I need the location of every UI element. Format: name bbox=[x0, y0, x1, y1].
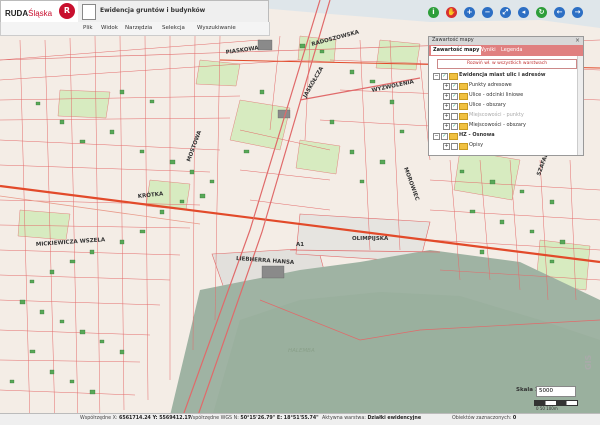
folder-icon bbox=[459, 123, 468, 130]
scale-bar-text: 0 50 100m bbox=[536, 406, 558, 411]
app-title: Ewidencja gruntów i budynków bbox=[100, 7, 206, 14]
status-layer-value: Działki ewidencyjne bbox=[367, 416, 422, 421]
status-selected-value: 0 bbox=[512, 416, 517, 421]
layer-label: Ulice - odcinki liniowe bbox=[469, 92, 524, 98]
tab-legend[interactable]: Legenda bbox=[499, 46, 524, 55]
zoom-in-icon[interactable]: + bbox=[464, 7, 475, 18]
logo-main: RUDA bbox=[5, 9, 29, 18]
expand-toggle-icon[interactable]: − bbox=[433, 73, 440, 80]
status-selected: Obiektów zaznaczonych: 0 bbox=[452, 416, 516, 421]
menu-plik[interactable]: Plik bbox=[83, 25, 93, 31]
layer-row[interactable]: + Miejscowości - punkty bbox=[433, 111, 579, 120]
status-bar: Współrzędne X: 6561714.24 Y: 5569412.17 … bbox=[0, 413, 600, 425]
folder-icon bbox=[459, 83, 468, 90]
logo-suffix: Śląska bbox=[28, 9, 53, 18]
status-wgs-value: 50°15'26.79" E: 18°51'55.74" bbox=[240, 416, 319, 421]
expand-toggle-icon[interactable]: + bbox=[443, 143, 450, 150]
forward-icon[interactable]: → bbox=[572, 7, 583, 18]
expand-all-layers-button[interactable]: Rozwiń wł. w wszystkich warstwach bbox=[437, 59, 577, 69]
expand-toggle-icon[interactable]: + bbox=[443, 93, 450, 100]
status-coords-label: Współrzędne X: bbox=[80, 416, 118, 421]
menu-widok[interactable]: Widok bbox=[101, 25, 118, 31]
layer-label: HZ - Osnowa bbox=[459, 132, 495, 138]
place-label-halemba: HALEMBA bbox=[288, 348, 315, 354]
tab-results[interactable]: Wyniki bbox=[477, 46, 498, 55]
menu-selekcja[interactable]: Selekcja bbox=[162, 25, 185, 31]
app-header: RUDAŚląska R Ewidencja gruntów i budynkó… bbox=[0, 0, 270, 36]
zoom-out-icon[interactable]: − bbox=[482, 7, 493, 18]
layer-checkbox[interactable] bbox=[451, 143, 458, 150]
gis-watermark: GIS bbox=[584, 354, 593, 370]
folder-icon bbox=[459, 103, 468, 110]
app-document-icon bbox=[82, 4, 96, 20]
zoom-previous-icon[interactable]: ◂ bbox=[518, 7, 529, 18]
status-active-layer: Aktywna warstwa: Działki ewidencyjne bbox=[322, 416, 421, 421]
layer-row[interactable]: + Opisy bbox=[433, 141, 579, 150]
layer-row[interactable]: − ✓ HZ - Osnowa bbox=[433, 131, 579, 140]
status-selected-label: Obiektów zaznaczonych: bbox=[452, 416, 512, 421]
folder-icon bbox=[449, 73, 458, 80]
status-coords: Współrzędne X: 6561714.24 Y: 5569412.17 bbox=[80, 416, 191, 421]
menu-narzedzia[interactable]: Narzędzia bbox=[125, 25, 152, 31]
layer-label: Miejscowości - obszary bbox=[469, 122, 526, 128]
layer-checkbox[interactable]: ✓ bbox=[441, 133, 448, 140]
layer-label: Miejscowości - punkty bbox=[469, 112, 524, 118]
status-wgs: Współrzędne WGS N: 50°15'26.79" E: 18°51… bbox=[188, 416, 319, 421]
logo-emblem-icon: R bbox=[59, 3, 75, 19]
layer-row[interactable]: + ✓ Ulice - odcinki liniowe bbox=[433, 91, 579, 100]
folder-icon bbox=[449, 133, 458, 140]
layer-checkbox[interactable]: ✓ bbox=[441, 73, 448, 80]
close-icon[interactable]: × bbox=[575, 37, 580, 44]
layer-checkbox[interactable]: ✓ bbox=[451, 123, 458, 130]
street-label-olimpijska: OLIMPIJSKA bbox=[352, 236, 389, 242]
layer-checkbox[interactable] bbox=[451, 113, 458, 120]
zoom-extent-icon[interactable]: ⤢ bbox=[500, 7, 511, 18]
panel-title: Zawartość mapy bbox=[432, 37, 474, 43]
status-layer-label: Aktywna warstwa: bbox=[322, 416, 366, 421]
map-toolbar: i ✋ + − ⤢ ◂ ↻ ← → bbox=[428, 5, 598, 21]
folder-icon bbox=[459, 93, 468, 100]
refresh-icon[interactable]: ↻ bbox=[536, 7, 547, 18]
layer-checkbox[interactable]: ✓ bbox=[451, 83, 458, 90]
logo-text: RUDAŚląska bbox=[5, 9, 52, 18]
city-logo[interactable]: RUDAŚląska R bbox=[0, 0, 80, 24]
layer-label: Punkty adresowe bbox=[469, 82, 512, 88]
back-icon[interactable]: ← bbox=[554, 7, 565, 18]
layer-checkbox[interactable]: ✓ bbox=[451, 103, 458, 110]
scale-control: Skala 1: bbox=[516, 386, 576, 397]
app-title-bar: Ewidencja gruntów i budynków bbox=[78, 0, 269, 24]
folder-icon bbox=[459, 113, 468, 120]
map-content-panel: Zawartość mapy × Zawartość mapy Wyniki L… bbox=[428, 36, 584, 156]
tab-map-content[interactable]: Zawartość mapy bbox=[431, 46, 482, 55]
menu-wyszukiwanie[interactable]: Wyszukiwanie bbox=[197, 25, 236, 31]
layer-row[interactable]: + ✓ Punkty adresowe bbox=[433, 81, 579, 90]
layer-row[interactable]: − ✓ Ewidencja miast ulic i adresów bbox=[433, 71, 579, 80]
status-coords-value: 6561714.24 Y: 5569412.17 bbox=[119, 416, 192, 421]
status-wgs-label: Współrzędne WGS N: bbox=[188, 416, 239, 421]
layer-label: Ulice - obszary bbox=[469, 102, 506, 108]
layer-row[interactable]: + ✓ Ulice - obszary bbox=[433, 101, 579, 110]
layer-checkbox[interactable]: ✓ bbox=[451, 93, 458, 100]
layer-label: Ewidencja miast ulic i adresów bbox=[459, 72, 546, 78]
expand-toggle-icon[interactable]: − bbox=[433, 133, 440, 140]
panel-tabs: Zawartość mapy Wyniki Legenda bbox=[429, 45, 583, 56]
folder-icon bbox=[459, 143, 468, 150]
menu-bar: Plik Widok Narzędzia Selekcja Wyszukiwan… bbox=[0, 22, 270, 36]
info-icon[interactable]: i bbox=[428, 7, 439, 18]
panel-scrollbar[interactable] bbox=[577, 56, 583, 155]
layer-label: Opisy bbox=[469, 142, 484, 148]
expand-toggle-icon[interactable]: + bbox=[443, 113, 450, 120]
hand-pan-icon[interactable]: ✋ bbox=[446, 7, 457, 18]
street-label-a1: A1 bbox=[296, 242, 304, 248]
expand-toggle-icon[interactable]: + bbox=[443, 103, 450, 110]
panel-title-bar[interactable]: Zawartość mapy × bbox=[429, 37, 583, 45]
scale-input[interactable] bbox=[536, 386, 576, 397]
layer-row[interactable]: + ✓ Miejscowości - obszary bbox=[433, 121, 579, 130]
expand-toggle-icon[interactable]: + bbox=[443, 83, 450, 90]
expand-toggle-icon[interactable]: + bbox=[443, 123, 450, 130]
